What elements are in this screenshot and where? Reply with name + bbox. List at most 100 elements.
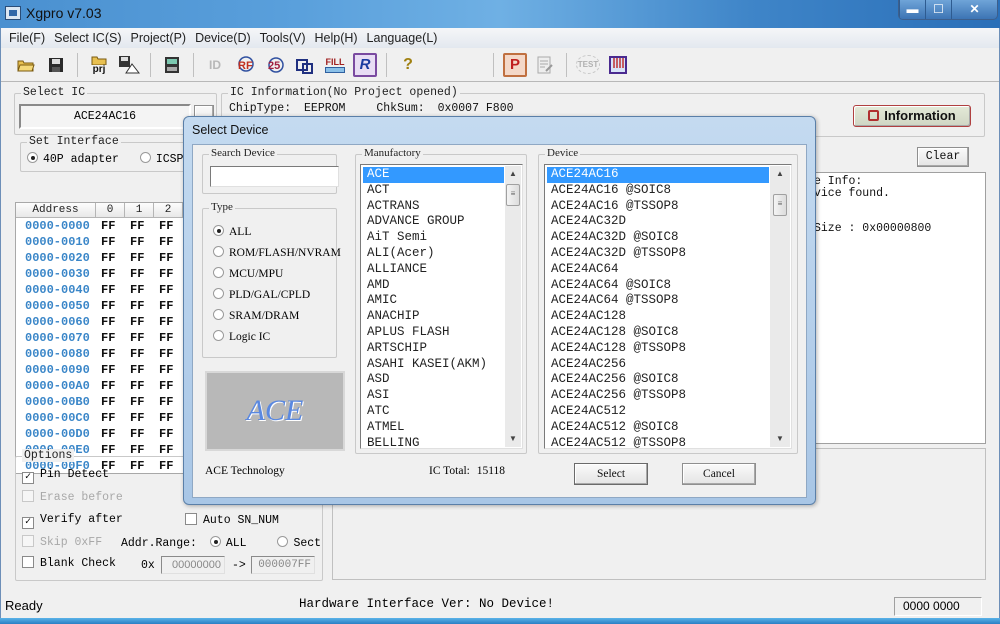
scroll-down-icon[interactable]: ▼ (505, 431, 521, 447)
hex-cell[interactable]: FF (96, 410, 125, 426)
select-button[interactable]: Select (574, 463, 648, 485)
hex-cell[interactable]: FF (154, 218, 183, 234)
hex-cell[interactable]: FF (125, 234, 154, 250)
hex-cell[interactable]: FF (96, 426, 125, 442)
device-item[interactable]: ACE24AC512 @TSSOP8 (547, 436, 769, 448)
device-item[interactable]: ACE24AC512 @SOIC8 (547, 420, 769, 436)
device-item[interactable]: ACE24AC128 (547, 309, 769, 325)
type-radio-sram-dram[interactable]: SRAM/DRAM (213, 309, 341, 330)
addr-range-all-radio[interactable]: ALL (209, 536, 247, 550)
manufacturer-item[interactable]: ADVANCE GROUP (363, 214, 504, 230)
device-item[interactable]: ACE24AC128 @SOIC8 (547, 325, 769, 341)
hex-cell[interactable]: FF (154, 282, 183, 298)
device-item[interactable]: ACE24AC32D @SOIC8 (547, 230, 769, 246)
hex-cell[interactable]: FF (154, 298, 183, 314)
menu-file[interactable]: File(F) (5, 28, 50, 48)
save-icon[interactable] (44, 53, 68, 77)
hex-cell[interactable]: FF (125, 298, 154, 314)
close-button[interactable]: ✕ (951, 0, 997, 19)
manufacturer-item[interactable]: ATMEL (363, 420, 504, 436)
manufacturer-item[interactable]: ACT (363, 183, 504, 199)
read-id-icon[interactable]: R (353, 52, 377, 77)
chip-pins-icon[interactable] (606, 53, 630, 77)
cancel-button[interactable]: Cancel (682, 463, 756, 485)
hex-cell[interactable]: FF (96, 218, 125, 234)
manufactory-listbox[interactable]: ACE ACT ACTRANS ADVANCE GROUP AiT Semi ALI(Ac… (360, 164, 523, 449)
col-1[interactable]: 1 (125, 203, 154, 217)
manufacturer-item[interactable]: ACE (363, 167, 504, 183)
hex-cell[interactable]: FF (96, 362, 125, 378)
search-device-input[interactable] (210, 166, 339, 187)
type-radio-pld-gal-cpld[interactable]: PLD/GAL/CPLD (213, 288, 341, 309)
type-radio-rom-flash-nvram[interactable]: ROM/FLASH/NVRAM (213, 246, 341, 267)
auto-sn-checkbox[interactable]: Auto SN_NUM (185, 513, 279, 527)
blank-check-icon[interactable]: 25 (263, 53, 287, 77)
hex-cell[interactable]: FF (154, 394, 183, 410)
manufacturer-item[interactable]: ASI (363, 388, 504, 404)
type-radio-mcu-mpu[interactable]: MCU/MPU (213, 267, 341, 288)
hex-cell[interactable]: FF (96, 314, 125, 330)
device-item[interactable]: ACE24AC64 @SOIC8 (547, 278, 769, 294)
hex-cell[interactable]: FF (125, 394, 154, 410)
hex-cell[interactable]: FF (154, 266, 183, 282)
manufacturer-item[interactable]: ANACHIP (363, 309, 504, 325)
type-radio-logic-ic[interactable]: Logic IC (213, 330, 341, 351)
addr-range-sect-radio[interactable]: Sect (277, 536, 321, 550)
hex-cell[interactable]: FF (154, 330, 183, 346)
menu-device[interactable]: Device(D) (191, 28, 256, 48)
menu-select-ic[interactable]: Select IC(S) (50, 28, 126, 48)
menu-tools[interactable]: Tools(V) (256, 28, 311, 48)
menu-project[interactable]: Project(P) (127, 28, 192, 48)
open-folder-icon[interactable] (14, 53, 38, 77)
interface-40p-radio[interactable]: 40P adapter (27, 152, 119, 166)
hex-cell[interactable]: FF (96, 282, 125, 298)
maximize-button[interactable]: ☐ (925, 0, 951, 19)
hex-cell[interactable]: FF (96, 394, 125, 410)
hex-cell[interactable]: FF (96, 250, 125, 266)
device-item[interactable]: ACE24AC128 @TSSOP8 (547, 341, 769, 357)
save-project-icon[interactable] (117, 53, 141, 77)
fill-icon[interactable]: FILL (323, 53, 347, 77)
device-item[interactable]: ACE24AC16 (547, 167, 769, 183)
device-item[interactable]: ACE24AC16 @SOIC8 (547, 183, 769, 199)
scroll-thumb[interactable]: ≡ (506, 184, 520, 206)
manufacturer-item[interactable]: ARTSCHIP (363, 341, 504, 357)
hex-cell[interactable]: FF (154, 362, 183, 378)
open-project-icon[interactable]: prj (87, 53, 111, 77)
col-address[interactable]: Address (16, 203, 96, 217)
hex-cell[interactable]: FF (125, 282, 154, 298)
device-item[interactable]: ACE24AC512 (547, 404, 769, 420)
hex-cell[interactable]: FF (125, 250, 154, 266)
manufacturer-item[interactable]: AiT Semi (363, 230, 504, 246)
hex-cell[interactable]: FF (96, 330, 125, 346)
device-item[interactable]: ACE24AC64 (547, 262, 769, 278)
manufacturer-item[interactable]: AMD (363, 278, 504, 294)
hex-cell[interactable]: FF (125, 378, 154, 394)
manufacturer-item[interactable]: ALI(Acer) (363, 246, 504, 262)
minimize-button[interactable]: ▬ (899, 0, 925, 19)
verify-after-checkbox[interactable]: ✓ Verify after (22, 513, 123, 529)
hex-cell[interactable]: FF (154, 410, 183, 426)
log-output[interactable]: e Info: vice found. Size : 0x00000800 (806, 172, 986, 444)
scroll-thumb[interactable]: ≡ (773, 194, 787, 216)
program-icon[interactable]: P (503, 52, 527, 77)
device-listbox[interactable]: ACE24AC16 ACE24AC16 @SOIC8 ACE24AC16 @TSSO… (544, 164, 792, 449)
hex-cell[interactable]: FF (154, 234, 183, 250)
verify-icon[interactable]: RF (233, 53, 257, 77)
type-radio-all[interactable]: ALL (213, 225, 341, 246)
device-item[interactable]: ACE24AC64 @TSSOP8 (547, 293, 769, 309)
hex-cell[interactable]: FF (96, 346, 125, 362)
manufacturer-item[interactable]: ACTRANS (363, 199, 504, 215)
help-icon[interactable]: ? (396, 53, 420, 77)
manufacturer-item[interactable]: ALLIANCE (363, 262, 504, 278)
hex-cell[interactable]: FF (125, 330, 154, 346)
erase-icon[interactable] (293, 53, 317, 77)
hex-cell[interactable]: FF (154, 346, 183, 362)
blank-check-checkbox[interactable]: Blank Check (22, 556, 116, 570)
device-item[interactable]: ACE24AC256 (547, 357, 769, 373)
hex-cell[interactable]: FF (125, 266, 154, 282)
hex-cell[interactable]: FF (154, 426, 183, 442)
chip-read-icon[interactable] (160, 53, 184, 77)
hex-cell[interactable]: FF (125, 218, 154, 234)
manufacturer-item[interactable]: ASD (363, 372, 504, 388)
